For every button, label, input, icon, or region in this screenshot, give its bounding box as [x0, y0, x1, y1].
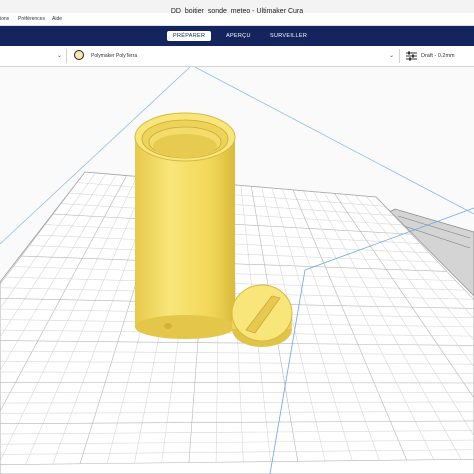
- menu-item-preferences[interactable]: Préférences: [18, 13, 45, 25]
- print-settings-icon[interactable]: [406, 51, 417, 61]
- material-icon: [74, 50, 84, 60]
- tab-preview[interactable]: APERÇU: [220, 31, 257, 41]
- material-selector[interactable]: Polymaker PolyTerra: [91, 50, 137, 62]
- tab-monitor[interactable]: SURVEILLER: [264, 31, 313, 41]
- scene-view[interactable]: [0, 67, 474, 474]
- stage-bar: PRÉPARER APERÇU SURVEILLER: [0, 26, 474, 46]
- chevron-down-icon[interactable]: ⌄: [389, 50, 394, 62]
- 3d-viewport[interactable]: [0, 67, 474, 474]
- model-cylinder[interactable]: [134, 112, 236, 339]
- profile-selector[interactable]: Draft - 0.2mm: [421, 50, 455, 62]
- menu-item-extensions[interactable]: ions: [0, 13, 9, 25]
- divider: [66, 49, 67, 63]
- title-bar: DD_boitier_sonde_meteo - Ultimaker Cura: [0, 0, 474, 15]
- menu-bar: ions Préférences Aide: [0, 13, 474, 26]
- model-cap[interactable]: [231, 284, 293, 347]
- tab-prepare[interactable]: PRÉPARER: [167, 31, 212, 41]
- divider: [399, 49, 400, 63]
- menu-item-help[interactable]: Aide: [52, 13, 62, 25]
- print-setup-toolbar: ⌄ Polymaker PolyTerra ⌄ Draft - 0.2mm: [0, 46, 474, 67]
- chevron-down-icon[interactable]: ⌄: [57, 50, 62, 62]
